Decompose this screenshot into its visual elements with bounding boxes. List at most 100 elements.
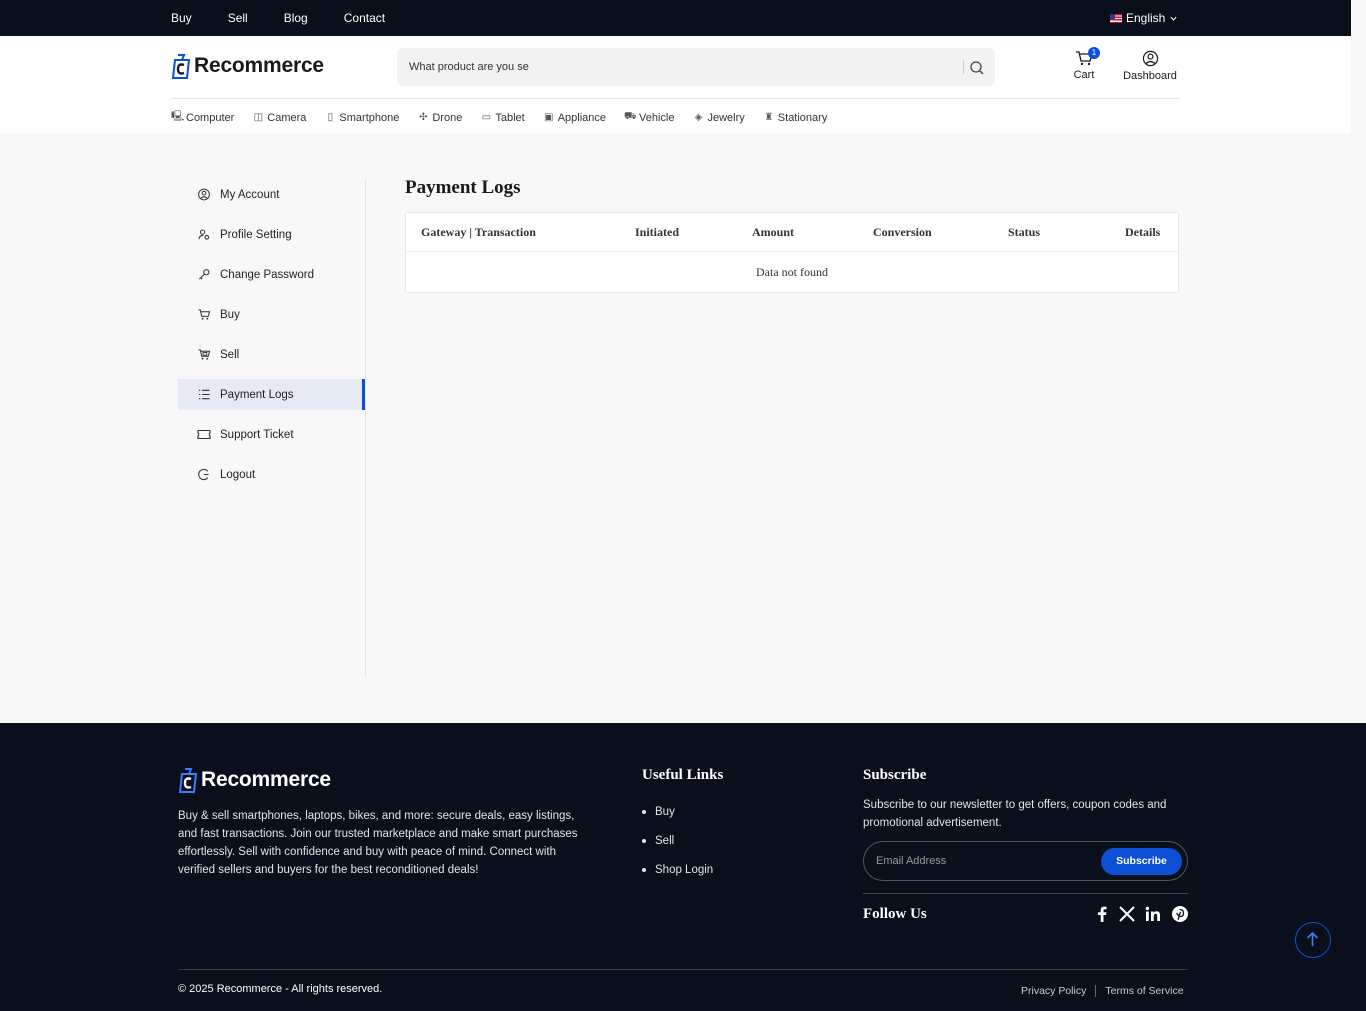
vehicle-icon: ⛟ xyxy=(624,111,637,122)
sidebar-item-label: Logout xyxy=(220,468,256,481)
category-label: Appliance xyxy=(557,111,607,124)
sidebar-item-profile-setting[interactable]: Profile Setting xyxy=(178,219,365,250)
dashboard-button[interactable]: Dashboard xyxy=(1118,50,1182,82)
column-header-details: Details xyxy=(1125,225,1161,239)
facebook-icon[interactable] xyxy=(1093,905,1111,923)
email-field[interactable] xyxy=(876,842,1096,880)
account-sidebar: My Account Profile Setting Change Passwo… xyxy=(178,178,366,678)
sidebar-item-label: Buy xyxy=(220,308,240,321)
search-divider xyxy=(963,60,964,74)
pinterest-icon[interactable] xyxy=(1171,905,1189,923)
top-nav-contact[interactable]: Contact xyxy=(344,11,385,25)
category-label: Drone xyxy=(432,111,463,124)
footer-link-sell[interactable]: Sell xyxy=(642,826,713,855)
category-nav: 🖳 Computer ◫ Camera ▯ Smartphone ✣ Drone ▭ Ta… xyxy=(171,109,845,126)
copyright-text: © 2025 Recommerce - All rights reserved. xyxy=(178,983,383,995)
category-vehicle[interactable]: ⛟ Vehicle xyxy=(624,109,674,126)
footer-divider xyxy=(863,893,1188,894)
smartphone-icon: ▯ xyxy=(327,112,334,123)
cart-button[interactable]: 1 Cart xyxy=(1066,47,1102,81)
appliance-icon: ▣ xyxy=(543,112,554,123)
language-label: English xyxy=(1126,11,1166,25)
logout-icon xyxy=(198,468,209,481)
linkedin-icon[interactable] xyxy=(1144,905,1162,923)
sidebar-item-label: Change Password xyxy=(220,268,314,281)
drone-icon: ✣ xyxy=(419,112,428,123)
top-nav-buy[interactable]: Buy xyxy=(171,11,192,25)
column-header-initiated: Initiated xyxy=(635,225,680,239)
cart-count-badge: 1 xyxy=(1088,47,1100,59)
privacy-policy-link[interactable]: Privacy Policy xyxy=(1021,985,1086,997)
footer-brand-logo[interactable]: Recommerce xyxy=(178,766,331,794)
category-drone[interactable]: ✣ Drone xyxy=(417,109,462,126)
category-label: Stationary xyxy=(777,111,828,124)
sidebar-item-my-account[interactable]: My Account xyxy=(178,179,365,210)
sidebar-item-support-ticket[interactable]: Support Ticket xyxy=(178,419,365,450)
sidebar-item-label: Profile Setting xyxy=(220,228,292,241)
sidebar-item-change-password[interactable]: Change Password xyxy=(178,259,365,290)
top-nav: Buy Sell Blog Contact xyxy=(171,11,421,25)
header-divider xyxy=(171,98,1180,99)
camera-icon: ◫ xyxy=(253,112,264,123)
brand-name: Recommerce xyxy=(194,54,324,77)
footer: Recommerce Buy & sell smartphones, lapto… xyxy=(0,723,1366,1011)
sidebar-item-label: Payment Logs xyxy=(220,388,294,401)
subscribe-button[interactable]: Subscribe xyxy=(1101,848,1182,875)
legal-separator xyxy=(1095,985,1097,997)
category-label: Tablet xyxy=(495,111,525,124)
category-label: Smartphone xyxy=(339,111,400,124)
category-stationary[interactable]: ♜ Stationary xyxy=(763,109,828,126)
top-nav-blog[interactable]: Blog xyxy=(284,11,308,25)
language-selector[interactable]: English xyxy=(1110,11,1178,25)
logo-icon xyxy=(171,54,191,79)
category-tablet[interactable]: ▭ Tablet xyxy=(480,109,525,126)
key-icon xyxy=(198,269,210,280)
subscribe-description: Subscribe to our newsletter to get offer… xyxy=(863,799,1167,829)
category-label: Camera xyxy=(267,111,307,124)
computer-icon: 🖳 xyxy=(171,111,185,122)
search-bar xyxy=(397,48,995,86)
category-camera[interactable]: ◫ Camera xyxy=(252,109,307,126)
column-header-amount: Amount xyxy=(752,225,795,239)
footer-brand-name: Recommerce xyxy=(201,768,331,791)
user-gear-icon xyxy=(198,229,210,240)
back-to-top-button[interactable] xyxy=(1295,922,1331,958)
footer-link-buy[interactable]: Buy xyxy=(642,797,713,826)
payment-logs-table: Gateway | Transaction Initiated Amount C… xyxy=(405,212,1179,293)
useful-links-list: Buy Sell Shop Login xyxy=(642,797,713,884)
header: Recommerce 1 Cart Dashboard 🖳Computer ◫C… xyxy=(0,36,1351,133)
page-title: Payment Logs xyxy=(405,177,521,198)
user-circle-icon xyxy=(198,188,210,201)
cart-icon xyxy=(198,309,211,320)
search-icon[interactable] xyxy=(969,60,985,76)
us-flag-icon xyxy=(1110,13,1122,23)
category-smartphone[interactable]: ▯ Smartphone xyxy=(324,109,400,126)
sidebar-item-logout[interactable]: Logout xyxy=(178,459,365,490)
category-computer[interactable]: 🖳 Computer xyxy=(171,109,234,126)
search-input[interactable] xyxy=(409,48,949,86)
ticket-icon xyxy=(197,429,211,440)
sidebar-item-buy[interactable]: Buy xyxy=(178,299,365,330)
x-icon[interactable] xyxy=(1118,905,1136,923)
category-appliance[interactable]: ▣ Appliance xyxy=(543,109,606,126)
brand-logo[interactable]: Recommerce xyxy=(171,52,324,80)
sell-cart-icon xyxy=(198,349,211,360)
terms-of-service-link[interactable]: Terms of Service xyxy=(1105,985,1183,997)
follow-us-heading: Follow Us xyxy=(863,906,927,922)
dashboard-label: Dashboard xyxy=(1123,70,1177,82)
user-circle-icon xyxy=(1142,50,1158,67)
footer-link-shop-login[interactable]: Shop Login xyxy=(642,855,713,884)
legal-links: Privacy Policy Terms of Service xyxy=(1021,985,1184,997)
arrow-up-icon xyxy=(1306,931,1319,946)
column-header-gateway: Gateway | Transaction xyxy=(421,225,536,239)
category-label: Jewelry xyxy=(707,111,745,124)
empty-table-message: Data not found xyxy=(756,265,828,279)
top-nav-sell[interactable]: Sell xyxy=(228,11,248,25)
category-label: Computer xyxy=(186,111,235,124)
sidebar-item-payment-logs[interactable]: Payment Logs xyxy=(178,379,365,410)
stationary-icon: ♜ xyxy=(764,112,774,123)
category-jewelry[interactable]: ◈ Jewelry xyxy=(693,109,745,126)
category-label: Vehicle xyxy=(639,111,675,124)
subscribe-heading: Subscribe xyxy=(863,767,927,783)
sidebar-item-sell[interactable]: Sell xyxy=(178,339,365,370)
